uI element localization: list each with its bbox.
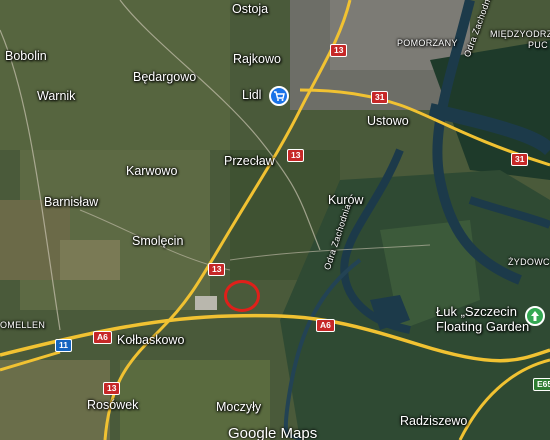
label-moczyly: Moczyły — [216, 400, 262, 414]
terrain-layer — [0, 0, 550, 440]
road-shield-13: 13 — [287, 149, 305, 162]
label-pomorzany: POMORZANY — [397, 38, 458, 48]
label-bobolin: Bobolin — [5, 49, 47, 63]
label-radziszewo: Radziszewo — [400, 414, 468, 428]
road-shield-11: 11 — [55, 339, 72, 352]
label-rajkowo: Rajkowo — [233, 52, 281, 66]
label-przeclaw: Przecław — [224, 154, 275, 168]
road-shield-13: 13 — [330, 44, 348, 57]
label-ostoja: Ostoja — [232, 2, 269, 16]
label-omellen: OMELLEN — [0, 320, 46, 330]
highlighted-location-circle — [224, 280, 260, 312]
label-kolbaskowo: Kołbaskowo — [117, 333, 185, 347]
label-ustowo: Ustowo — [367, 114, 409, 128]
shopping-cart-icon[interactable] — [269, 86, 289, 106]
label-warnik: Warnik — [37, 89, 76, 103]
label-pucisko: PUC — [528, 40, 548, 50]
road-shield-31: 31 — [371, 91, 389, 104]
road-shield-31: 31 — [511, 153, 529, 166]
road-shield-e65: E65 — [533, 378, 550, 391]
label-rosowek: Rosówek — [87, 398, 139, 412]
road-shield-a6: A6 — [316, 319, 335, 332]
attraction-icon[interactable] — [525, 306, 545, 326]
label-luk-line1: Łuk „Szczecin — [436, 304, 517, 319]
label-luk-line2: Floating Garden — [436, 319, 530, 334]
road-shield-13: 13 — [103, 382, 121, 395]
label-miedzyodrze: MIĘDZYODRZE — [490, 29, 550, 39]
label-karwowo: Karwowo — [126, 164, 178, 178]
label-luk-floating-garden[interactable]: Łuk „Szczecin Floating Garden — [436, 304, 529, 334]
label-lidl: Lidl — [242, 88, 262, 102]
label-bedargowo: Będargowo — [133, 70, 197, 84]
label-barnislaw: Barnisław — [44, 195, 99, 209]
label-zydowce: ŻYDOWC — [508, 257, 550, 267]
road-shield-a6: A6 — [93, 331, 112, 344]
google-maps-watermark: Google Maps — [228, 425, 318, 440]
label-smolecin: Smolęcin — [132, 234, 184, 248]
road-shield-13: 13 — [208, 263, 226, 276]
satellite-map[interactable]: Ostoja Bobolin Rajkowo POMORZANY MIĘDZYO… — [0, 0, 550, 440]
